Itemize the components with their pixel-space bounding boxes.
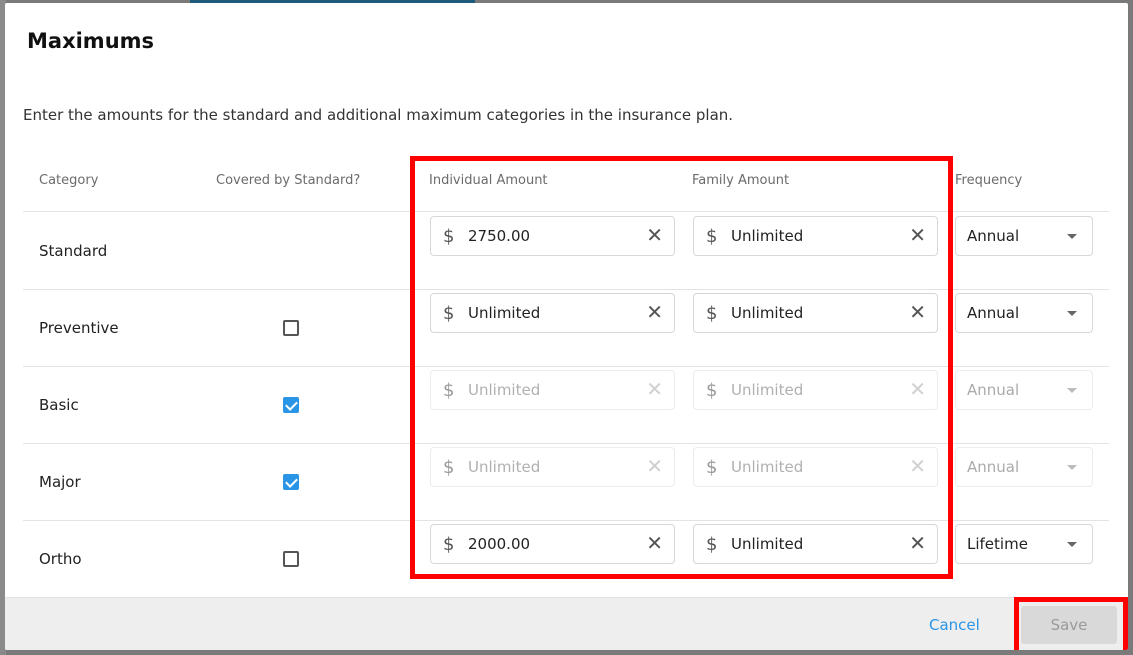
row-divider: [23, 366, 1109, 367]
individual-amount-value: Unlimited: [468, 458, 541, 476]
frequency-select[interactable]: Annual: [955, 370, 1093, 410]
dollar-icon: $: [706, 457, 718, 478]
covered-checkbox[interactable]: [283, 474, 299, 490]
cancel-button[interactable]: Cancel: [929, 616, 980, 634]
chevron-down-icon: [1067, 465, 1077, 470]
chevron-down-icon: [1067, 234, 1077, 239]
modal-title: Maximums: [27, 29, 155, 53]
frequency-select[interactable]: Annual: [955, 447, 1093, 487]
dollar-icon: $: [443, 534, 455, 555]
category-label: Standard: [39, 242, 108, 260]
frequency-select[interactable]: Annual: [955, 216, 1093, 256]
close-icon[interactable]: ✕: [909, 456, 926, 476]
family-amount-input[interactable]: $ Unlimited ✕: [693, 447, 938, 487]
family-amount-input[interactable]: $ Unlimited ✕: [693, 216, 938, 256]
header-frequency: Frequency: [955, 173, 1023, 188]
dollar-icon: $: [706, 534, 718, 555]
dollar-icon: $: [706, 380, 718, 401]
close-icon[interactable]: ✕: [909, 379, 926, 399]
header-individual-amount: Individual Amount: [429, 173, 548, 188]
chevron-down-icon: [1067, 542, 1077, 547]
row-divider: [23, 443, 1109, 444]
family-amount-value: Unlimited: [731, 227, 804, 245]
individual-amount-input[interactable]: $ Unlimited ✕: [430, 447, 675, 487]
header-category: Category: [39, 173, 99, 188]
frequency-select[interactable]: Lifetime: [955, 524, 1093, 564]
individual-amount-value: Unlimited: [468, 381, 541, 399]
individual-amount-value: 2750.00: [468, 227, 531, 245]
dollar-icon: $: [706, 303, 718, 324]
dollar-icon: $: [443, 303, 455, 324]
dollar-icon: $: [443, 380, 455, 401]
family-amount-value: Unlimited: [731, 535, 804, 553]
close-icon[interactable]: ✕: [646, 225, 663, 245]
covered-checkbox[interactable]: [283, 551, 299, 567]
row-divider: [23, 520, 1109, 521]
frequency-value: Annual: [967, 227, 1020, 245]
chevron-down-icon: [1067, 311, 1077, 316]
close-icon[interactable]: ✕: [646, 302, 663, 322]
modal-footer: Cancel Save: [5, 597, 1128, 650]
dollar-icon: $: [706, 226, 718, 247]
dollar-icon: $: [443, 226, 455, 247]
save-button[interactable]: Save: [1021, 606, 1117, 644]
close-icon[interactable]: ✕: [646, 456, 663, 476]
individual-amount-input[interactable]: $2750.00 ✕: [430, 216, 675, 256]
category-label: Major: [39, 473, 81, 491]
individual-amount-input[interactable]: $ Unlimited ✕: [430, 370, 675, 410]
maximums-modal: Maximums Enter the amounts for the stand…: [5, 3, 1128, 650]
family-amount-value: Unlimited: [731, 304, 804, 322]
covered-checkbox[interactable]: [283, 320, 299, 336]
frequency-value: Annual: [967, 304, 1020, 322]
header-covered: Covered by Standard?: [216, 173, 361, 188]
category-label: Preventive: [39, 319, 119, 337]
dollar-icon: $: [443, 457, 455, 478]
family-amount-input[interactable]: $ Unlimited ✕: [693, 370, 938, 410]
covered-checkbox[interactable]: [283, 397, 299, 413]
frequency-value: Lifetime: [967, 535, 1028, 553]
family-amount-value: Unlimited: [731, 458, 804, 476]
individual-amount-value: Unlimited: [468, 304, 541, 322]
category-label: Basic: [39, 396, 79, 414]
close-icon[interactable]: ✕: [646, 379, 663, 399]
frequency-value: Annual: [967, 458, 1020, 476]
modal-description: Enter the amounts for the standard and a…: [23, 106, 734, 124]
individual-amount-value: 2000.00: [468, 535, 531, 553]
close-icon[interactable]: ✕: [909, 533, 926, 553]
individual-amount-input[interactable]: $2000.00 ✕: [430, 524, 675, 564]
family-amount-input[interactable]: $ Unlimited ✕: [693, 524, 938, 564]
category-label: Ortho: [39, 550, 82, 568]
header-family-amount: Family Amount: [692, 173, 790, 188]
header-divider: [23, 211, 1109, 212]
individual-amount-input[interactable]: $ Unlimited ✕: [430, 293, 675, 333]
close-icon[interactable]: ✕: [646, 533, 663, 553]
frequency-value: Annual: [967, 381, 1020, 399]
family-amount-value: Unlimited: [731, 381, 804, 399]
chevron-down-icon: [1067, 388, 1077, 393]
family-amount-input[interactable]: $ Unlimited ✕: [693, 293, 938, 333]
row-divider: [23, 289, 1109, 290]
close-icon[interactable]: ✕: [909, 225, 926, 245]
close-icon[interactable]: ✕: [909, 302, 926, 322]
frequency-select[interactable]: Annual: [955, 293, 1093, 333]
